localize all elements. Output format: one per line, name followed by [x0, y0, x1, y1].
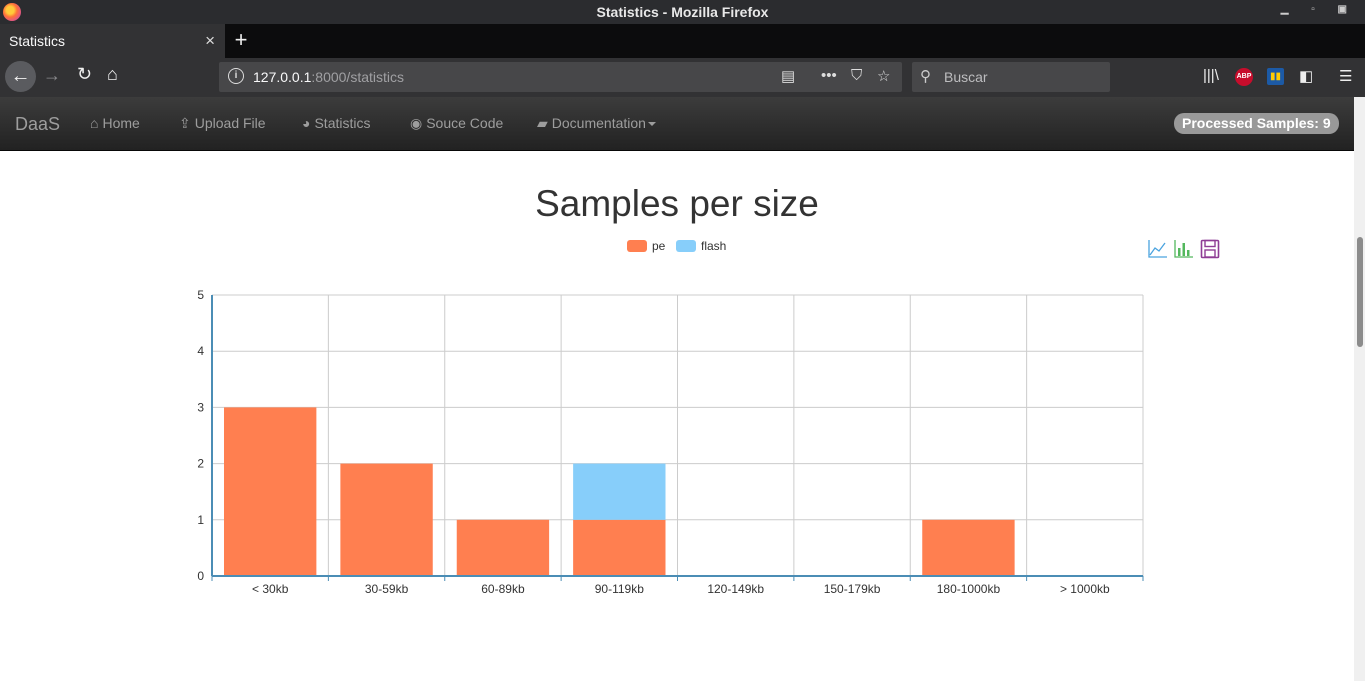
x-tick-label: 180-1000kb	[937, 582, 1001, 596]
y-tick-label: 1	[197, 513, 204, 527]
bar-chart: 0 1 2 3 4 5 < 30kb 30-59kb 60-89kb 90-119kb 120-14…	[197, 288, 1144, 596]
x-tick-label: 90-119kb	[595, 582, 644, 596]
x-tick-label: 120-149kb	[707, 582, 764, 596]
bar-pe	[922, 519, 1015, 576]
bar-pe	[456, 519, 550, 576]
x-tick-label: 30-59kb	[365, 582, 409, 596]
x-tick-label: > 1000kb	[1060, 582, 1110, 596]
y-tick-label: 0	[197, 569, 204, 583]
y-tick-label: 2	[197, 457, 204, 471]
y-tick-label: 4	[197, 344, 204, 358]
page-scrollbar[interactable]	[1354, 97, 1365, 681]
bar-pe	[224, 407, 317, 576]
x-tick-label: 150-179kb	[824, 582, 881, 596]
x-tick-label: < 30kb	[252, 582, 289, 596]
bar-flash	[573, 463, 666, 520]
bar-pe	[340, 463, 433, 576]
scrollbar-thumb[interactable]	[1357, 237, 1363, 347]
y-tick-label: 3	[197, 400, 204, 414]
y-tick-label: 5	[197, 288, 204, 302]
x-tick-label: 60-89kb	[481, 582, 525, 596]
bar-pe	[573, 519, 666, 576]
